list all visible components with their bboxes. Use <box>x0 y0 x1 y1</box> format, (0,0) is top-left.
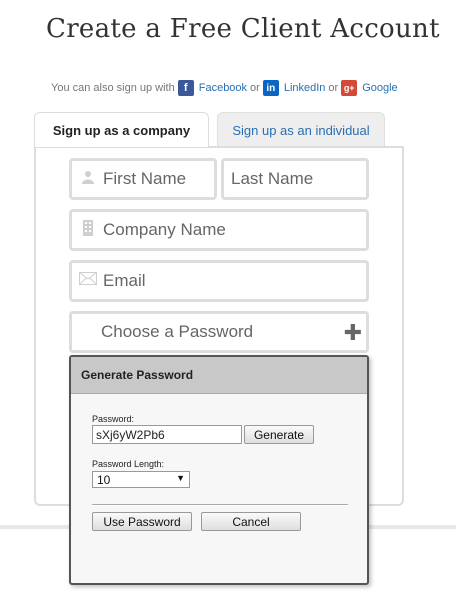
page-title: Create a Free Client Account <box>46 14 440 44</box>
facebook-link[interactable]: Facebook <box>199 82 247 94</box>
email-placeholder: Email <box>103 271 146 290</box>
envelope-icon <box>79 272 97 290</box>
generate-password-dialog: Generate Password Password: Generate Pas… <box>69 355 369 585</box>
company-name-field[interactable]: Company Name <box>69 209 369 251</box>
company-name-placeholder: Company Name <box>103 220 226 239</box>
google-plus-icon[interactable]: g+ <box>341 80 358 96</box>
social-prefix: You can also sign up with <box>51 82 175 94</box>
password-placeholder: Choose a Password <box>101 322 254 341</box>
generate-button[interactable]: Generate <box>244 425 314 444</box>
plus-icon[interactable]: ✚ <box>344 320 362 346</box>
email-field[interactable]: Email <box>69 260 369 302</box>
cancel-button[interactable]: Cancel <box>201 512 301 531</box>
dialog-divider <box>92 504 348 506</box>
or-text-2: or <box>328 82 339 94</box>
password-field[interactable]: Choose a Password ✚ <box>69 311 369 353</box>
password-length-value: 10 <box>97 472 111 487</box>
google-link[interactable]: Google <box>362 82 397 94</box>
password-length-select[interactable]: 10 ▼ <box>92 471 190 488</box>
use-password-button[interactable]: Use Password <box>92 512 192 531</box>
last-name-field[interactable]: Last Name <box>221 158 369 200</box>
linkedin-link[interactable]: LinkedIn <box>284 82 326 94</box>
password-label: Password: <box>92 414 135 424</box>
last-name-placeholder: Last Name <box>231 169 314 188</box>
tab-company[interactable]: Sign up as a company <box>34 112 209 147</box>
dialog-title: Generate Password <box>71 357 367 394</box>
facebook-icon[interactable]: f <box>177 80 194 96</box>
generated-password-input[interactable] <box>92 425 242 444</box>
password-length-label: Password Length: <box>92 459 165 469</box>
or-text-1: or <box>250 82 260 94</box>
person-icon <box>79 170 97 189</box>
tab-individual[interactable]: Sign up as an individual <box>217 112 385 147</box>
first-name-field[interactable]: First Name <box>69 158 217 200</box>
social-signup: You can also sign up with f Facebook or … <box>51 80 398 96</box>
linkedin-icon[interactable]: in <box>262 80 279 96</box>
dropdown-arrow-icon: ▼ <box>176 473 185 483</box>
first-name-placeholder: First Name <box>103 169 187 188</box>
building-icon <box>79 219 97 241</box>
